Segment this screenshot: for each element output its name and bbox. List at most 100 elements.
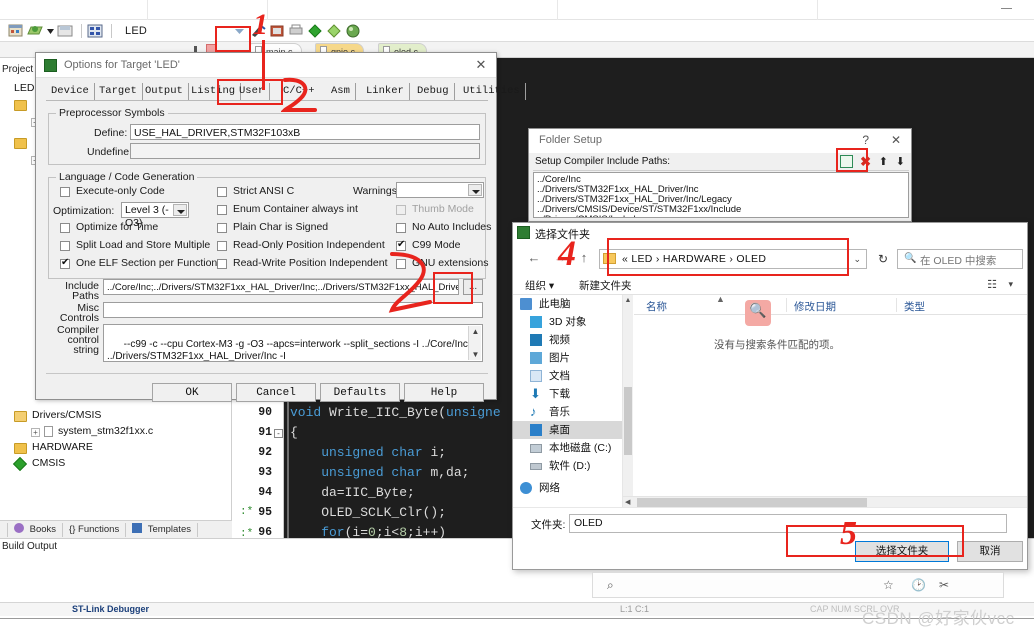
scroll-left-icon[interactable]: ◀ — [625, 498, 630, 506]
up-button[interactable]: ↑ — [575, 249, 593, 267]
print-icon[interactable] — [288, 23, 305, 39]
sidebar-item-pictures[interactable]: 图片 — [513, 349, 622, 367]
optimization-select[interactable]: Level 3 (-O3) — [121, 202, 189, 229]
sidebar-item-local-disk-c[interactable]: 本地磁盘 (C:) — [513, 439, 622, 457]
checkbox-read-write-pi[interactable] — [217, 259, 227, 269]
checkbox-split-load-store[interactable] — [60, 241, 70, 251]
ok-button[interactable]: OK — [152, 383, 232, 402]
tab-target[interactable]: Target — [94, 83, 143, 100]
cancel-button[interactable]: 取消 — [957, 541, 1023, 562]
search-overlay-icon — [745, 300, 771, 326]
refresh-icon[interactable]: ↻ — [873, 249, 893, 269]
target-selector[interactable]: LED — [125, 25, 147, 37]
sidebar-item-network[interactable]: 网络 — [513, 479, 622, 497]
zoom-icon[interactable]: ⌕ — [607, 578, 614, 593]
batch-build-icon[interactable] — [345, 23, 362, 39]
warnings-select[interactable] — [396, 182, 484, 198]
new-folder-button[interactable]: 新建文件夹 — [579, 278, 632, 293]
project-tab-project[interactable] — [0, 522, 8, 537]
sidebar-item-videos[interactable]: 视频 — [513, 331, 622, 349]
scrollbar-thumb[interactable] — [624, 387, 632, 455]
file-list-hscrollbar[interactable]: ◀ — [623, 496, 1027, 507]
checkbox-no-auto-includes[interactable] — [396, 223, 406, 233]
tree-item-led[interactable]: LED — [14, 82, 34, 94]
tools-icon[interactable]: ✂ — [939, 578, 949, 592]
organize-button[interactable]: 组织 ▾ — [525, 278, 554, 293]
save-all-icon[interactable] — [87, 23, 104, 39]
close-icon[interactable]: ✕ — [891, 133, 901, 147]
sidebar-item-3d-objects[interactable]: 3D 对象 — [513, 313, 622, 331]
chevron-down-icon[interactable] — [46, 23, 55, 39]
save-icon[interactable] — [57, 23, 74, 39]
folder-setup-dialog[interactable]: Folder Setup ? ✕ Setup Compiler Include … — [528, 128, 912, 222]
move-up-icon[interactable]: ⬆ — [879, 155, 888, 168]
column-name[interactable]: 名称 — [646, 299, 667, 314]
build-icon[interactable] — [307, 23, 324, 39]
checkbox-one-elf-section[interactable] — [60, 257, 70, 269]
tree-item-drivers-cmsis[interactable]: Drivers/CMSIS — [32, 409, 101, 421]
file-list-pane[interactable]: 名称 修改日期 类型 ▲ 没有与搜索条件匹配的项。 — [634, 294, 1027, 507]
project-tab-functions[interactable]: {} Functions — [63, 522, 127, 537]
chevron-down-icon[interactable] — [173, 204, 187, 216]
list-item[interactable]: ../Drivers/CMSIS/Include — [537, 214, 641, 217]
chevron-down-icon[interactable]: ▾ — [1008, 279, 1013, 290]
search-input[interactable]: 🔍 在 OLED 中搜索 — [897, 249, 1023, 269]
move-down-icon[interactable]: ⬇ — [896, 155, 905, 168]
column-divider[interactable] — [786, 298, 787, 312]
checkbox-enum-container[interactable] — [217, 205, 227, 215]
scroll-up-icon[interactable]: ▲ — [469, 326, 482, 337]
tab-utilities[interactable]: Utilities — [458, 83, 526, 100]
tab-debug[interactable]: Debug — [412, 83, 455, 100]
defaults-button[interactable]: Defaults — [320, 383, 400, 402]
minimize-icon[interactable] — [1001, 8, 1012, 9]
manage-components-icon[interactable] — [269, 23, 286, 39]
rebuild-icon[interactable] — [326, 23, 343, 39]
favorites-star-icon[interactable]: ☆ — [883, 578, 894, 592]
chevron-down-icon[interactable] — [468, 184, 482, 196]
open-file-icon[interactable] — [27, 23, 44, 39]
history-clock-icon[interactable]: 🕑 — [911, 578, 926, 592]
define-field[interactable]: USE_HAL_DRIVER,STM32F103xB — [130, 124, 480, 140]
sidebar-scrollbar[interactable]: ▲ ▼ — [623, 295, 633, 507]
tab-device[interactable]: Device — [46, 83, 95, 100]
column-type[interactable]: 类型 — [904, 299, 925, 314]
checkbox-strict-ansi[interactable] — [217, 187, 227, 197]
scroll-down-icon[interactable]: ▼ — [469, 349, 482, 360]
tab-asm[interactable]: Asm — [326, 83, 356, 100]
checkbox-execute-only[interactable] — [60, 187, 70, 197]
project-tab-books[interactable]: Books — [8, 522, 64, 537]
fold-icon[interactable]: - — [274, 429, 283, 438]
view-layout-icon[interactable]: ☷ — [987, 278, 997, 291]
sidebar-item-desktop[interactable]: 桌面 — [513, 421, 622, 439]
scroll-up-icon[interactable]: ▲ — [623, 295, 633, 307]
include-paths-list[interactable]: ../Core/Inc ../Drivers/STM32F1xx_HAL_Dri… — [533, 172, 909, 218]
column-date[interactable]: 修改日期 — [794, 299, 836, 314]
tree-item-cmsis[interactable]: CMSIS — [32, 457, 65, 469]
sidebar-item-software-d[interactable]: 软件 (D:) — [513, 457, 622, 475]
explorer-sidebar[interactable]: 此电脑 3D 对象 视频 图片 文档 ⬇ 下载 ♪ 音乐 桌面 本地磁盘 (C:… — [513, 295, 623, 507]
close-icon[interactable]: ✕ — [472, 57, 490, 73]
column-divider[interactable] — [896, 298, 897, 312]
tree-item-hardware[interactable]: HARDWARE — [32, 441, 93, 453]
new-file-icon[interactable] — [8, 23, 25, 39]
chevron-down-icon[interactable]: ⌄ — [853, 254, 861, 265]
sidebar-item-documents[interactable]: 文档 — [513, 367, 622, 385]
back-button[interactable]: ← — [525, 249, 543, 267]
project-tab-templates[interactable]: Templates — [126, 522, 198, 537]
compiler-scrollbar[interactable]: ▲ ▼ — [468, 326, 481, 360]
tab-linker[interactable]: Linker — [361, 83, 410, 100]
undefine-field[interactable] — [130, 143, 480, 159]
cancel-button[interactable]: Cancel — [236, 383, 316, 402]
checkbox-optimize-for-time[interactable] — [60, 223, 70, 233]
help-icon[interactable]: ? — [862, 133, 869, 147]
tree-item-system-file[interactable]: system_stm32f1xx.c — [58, 425, 153, 437]
sidebar-item-downloads[interactable]: ⬇ 下载 — [513, 385, 622, 403]
help-button[interactable]: Help — [404, 383, 484, 402]
sidebar-item-music[interactable]: ♪ 音乐 — [513, 403, 622, 421]
scrollbar-thumb[interactable] — [637, 498, 867, 507]
checkbox-read-only-pi[interactable] — [217, 241, 227, 251]
tab-output[interactable]: Output — [140, 83, 189, 100]
checkbox-plain-char-signed[interactable] — [217, 223, 227, 233]
expander-icon[interactable]: + — [31, 428, 40, 437]
sidebar-item-this-pc[interactable]: 此电脑 — [513, 295, 622, 313]
